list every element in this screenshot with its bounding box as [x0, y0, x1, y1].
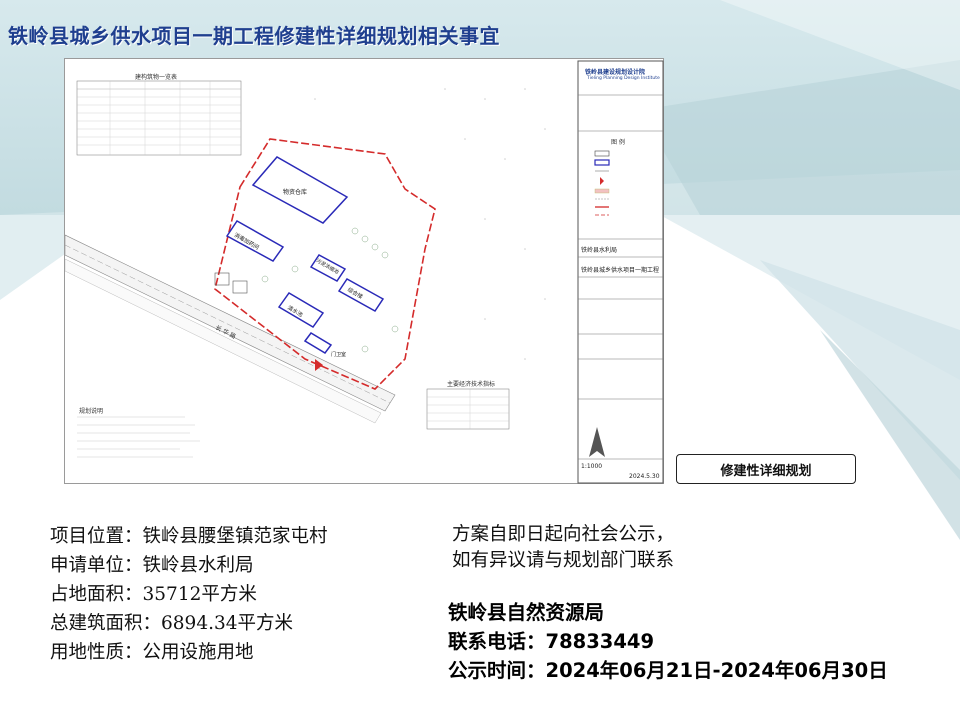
notice-line-2: 如有异议请与规划部门联系: [452, 550, 675, 571]
org-period-row: 公示时间：2024年06月21日-2024年06月30日: [448, 656, 888, 685]
info-row-building-area: 总建筑面积：6894.34平方米: [50, 609, 328, 638]
legend-title: 图 例: [611, 139, 625, 146]
info-value: 公用设施用地: [142, 642, 254, 663]
info-row-location: 项目位置：铁岭县腰堡镇范家屯村: [50, 522, 328, 551]
phone-number: 78833449: [545, 630, 655, 653]
institute-name: 铁岭县建设规划设计院: [585, 69, 646, 76]
info-key: 占地面积：: [50, 584, 143, 605]
info-row-land-area: 占地面积：35712平方米: [50, 580, 328, 609]
page-title: 铁岭县城乡供水项目一期工程修建性详细规划相关事宜: [8, 24, 500, 48]
project-name: 铁岭县城乡供水项目一期工程: [581, 267, 660, 274]
site-plan-drawing: 建构筑物一览表 主要经济技术指标 规划说明 铁岭县建设规划设计院 Tieling…: [64, 58, 664, 484]
org-name: 铁岭县自然资源局: [448, 601, 605, 624]
period-value: 2024年06月21日-2024年06月30日: [545, 659, 888, 682]
institute-en: Tieling Planning Design Institute: [587, 76, 660, 81]
scale-label: 1:1000: [581, 463, 603, 470]
info-value: 35712平方米: [142, 584, 257, 605]
client-name: 铁岭县水利局: [581, 247, 618, 254]
notes-title: 规划说明: [79, 408, 104, 415]
info-key: 项目位置：: [50, 526, 143, 547]
table-title: 建构筑物一览表: [135, 74, 178, 81]
building-label-guard: 门卫室: [331, 352, 347, 358]
info-row-land-use: 用地性质：公用设施用地: [50, 638, 328, 667]
info-value: 6894.34平方米: [161, 613, 294, 634]
organization-info: 铁岭县自然资源局 联系电话：78833449 公示时间：2024年06月21日-…: [448, 598, 888, 685]
project-info: 项目位置：铁岭县腰堡镇范家屯村 申请单位：铁岭县水利局 占地面积：35712平方…: [50, 522, 328, 667]
plan-label: 修建性详细规划: [676, 454, 856, 484]
notice-line-1: 方案自即日起向社会公示，: [452, 524, 675, 545]
info-row-applicant: 申请单位：铁岭县水利局: [50, 551, 328, 580]
info-value: 铁岭县水利局: [142, 555, 254, 576]
site-plan-svg: [65, 60, 664, 484]
info-key: 用地性质：: [50, 642, 143, 663]
tech-table-title: 主要经济技术指标: [447, 381, 496, 388]
period-label: 公示时间：: [448, 659, 546, 682]
phone-label: 联系电话：: [448, 630, 546, 653]
info-key: 申请单位：: [50, 555, 143, 576]
info-value: 铁岭县腰堡镇范家屯村: [142, 526, 328, 547]
building-label-warehouse: 物资仓库: [283, 189, 308, 196]
info-key: 总建筑面积：: [50, 613, 162, 634]
org-phone-row: 联系电话：78833449: [448, 627, 888, 656]
date-label: 2024.5.30: [629, 473, 660, 480]
public-notice: 方案自即日起向社会公示， 如有异议请与规划部门联系: [452, 522, 674, 574]
